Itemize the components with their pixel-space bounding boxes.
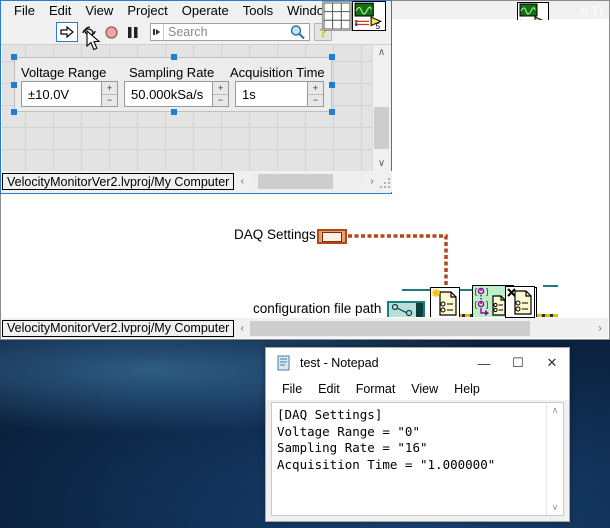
- voltage-range-increment[interactable]: +: [102, 82, 117, 95]
- front-panel-canvas[interactable]: Voltage Range Sampling Rate Acquisition …: [2, 45, 374, 171]
- voltage-range-stepper[interactable]: + −: [101, 81, 118, 107]
- minimize-icon[interactable]: —: [467, 348, 501, 378]
- scroll-down-icon[interactable]: ∨: [373, 156, 390, 171]
- search-input[interactable]: Search: [150, 23, 310, 41]
- cluster-fields-row[interactable]: ±10.0V + − 50.000kSa/s + − 1s + −: [15, 80, 331, 108]
- notepad-scroll-up-icon[interactable]: ∧: [547, 403, 563, 418]
- svg-text:[: [: [474, 289, 478, 297]
- front-panel-status-bar: VelocityMonitorVer2.lvproj/My Computer ‹…: [2, 171, 392, 192]
- daq-settings-cluster[interactable]: Voltage Range Sampling Rate Acquisition …: [11, 54, 335, 115]
- svg-text:5: 5: [375, 21, 380, 30]
- hscroll-track[interactable]: [250, 320, 592, 336]
- run-arrow-icon[interactable]: [56, 22, 78, 42]
- menu-view[interactable]: View: [78, 3, 120, 18]
- acquisition-time-stepper[interactable]: + −: [307, 81, 324, 107]
- acquisition-time-control[interactable]: 1s + −: [235, 81, 324, 107]
- front-panel-vi-icon[interactable]: 5: [352, 1, 386, 31]
- sampling-rate-label: Sampling Rate: [129, 65, 215, 80]
- voltage-range-control[interactable]: ±10.0V + −: [21, 81, 118, 107]
- selection-handle-bc[interactable]: [171, 109, 177, 115]
- voltage-range-value[interactable]: ±10.0V: [21, 81, 101, 107]
- sampling-rate-decrement[interactable]: −: [213, 95, 228, 107]
- selection-handle-bl[interactable]: [11, 109, 17, 115]
- close-icon[interactable]: ✕: [535, 348, 569, 378]
- search-dropdown-icon[interactable]: [151, 24, 164, 40]
- acquisition-time-increment[interactable]: +: [308, 82, 323, 95]
- scroll-right-icon[interactable]: ›: [592, 323, 608, 334]
- menu-file[interactable]: File: [7, 3, 42, 18]
- sampling-rate-increment[interactable]: +: [213, 82, 228, 95]
- menu-edit[interactable]: Edit: [42, 3, 78, 18]
- maximize-icon[interactable]: ☐: [501, 348, 535, 378]
- scroll-left-icon[interactable]: ‹: [234, 323, 250, 334]
- configuration-file-path-label: configuration file path: [253, 301, 382, 316]
- daq-settings-label: DAQ Settings: [234, 227, 316, 242]
- notepad-content[interactable]: [DAQ Settings] Voltage Range = "0" Sampl…: [272, 403, 563, 473]
- svg-text:[: [: [474, 302, 478, 310]
- sampling-rate-stepper[interactable]: + −: [212, 81, 229, 107]
- voltage-range-decrement[interactable]: −: [102, 95, 117, 107]
- string-constant-glyph: [322, 231, 342, 242]
- block-diagram-status-path: VelocityMonitorVer2.lvproj/My Computer: [2, 319, 235, 337]
- notepad-menu-format[interactable]: Format: [348, 382, 404, 396]
- sampling-rate-value[interactable]: 50.000kSa/s: [124, 81, 212, 107]
- notepad-menu-edit[interactable]: Edit: [310, 382, 348, 396]
- open-config-data-vi[interactable]: [430, 287, 460, 317]
- menu-tools[interactable]: Tools: [236, 3, 280, 18]
- terminal-arrow-icon: [416, 303, 423, 317]
- selection-handle-mr[interactable]: [329, 82, 335, 88]
- notepad-scroll-down-icon[interactable]: ∨: [547, 500, 563, 515]
- front-panel-status-path: VelocityMonitorVer2.lvproj/My Computer: [2, 173, 235, 190]
- resize-grip[interactable]: [380, 174, 392, 189]
- selection-handle-tl[interactable]: [11, 54, 17, 60]
- notepad-text-area[interactable]: [DAQ Settings] Voltage Range = "0" Sampl…: [271, 402, 564, 516]
- selection-handle-tr[interactable]: [329, 54, 335, 60]
- notepad-titlebar[interactable]: test - Notepad — ☐ ✕: [266, 348, 569, 378]
- front-panel-vscrollbar[interactable]: ∧ ∨: [372, 45, 390, 171]
- notepad-window-buttons[interactable]: — ☐ ✕: [467, 348, 569, 378]
- notepad-menubar[interactable]: File Edit Format View Help: [266, 378, 569, 400]
- mouse-cursor: [86, 30, 101, 51]
- close-config-data-vi-glyph[interactable]: [505, 286, 535, 318]
- vscroll-thumb[interactable]: [374, 107, 389, 149]
- hscroll-thumb[interactable]: [250, 320, 531, 336]
- notepad-menu-help[interactable]: Help: [446, 382, 488, 396]
- notepad-menu-view[interactable]: View: [403, 382, 446, 396]
- block-diagram-title: n 1): [580, 3, 603, 18]
- notepad-vscrollbar[interactable]: ∧ ∨: [546, 403, 563, 515]
- block-diagram-status-bar: VelocityMonitorVer2.lvproj/My Computer ‹…: [2, 318, 608, 338]
- acquisition-time-label: Acquisition Time: [230, 65, 325, 80]
- fp-scroll-left-icon[interactable]: ‹: [234, 176, 250, 187]
- reorder-grid-icon[interactable]: [322, 1, 352, 31]
- menu-operate[interactable]: Operate: [175, 3, 236, 18]
- cluster-labels-row: Voltage Range Sampling Rate Acquisition …: [15, 58, 331, 80]
- search-magnifier-icon[interactable]: [289, 24, 306, 40]
- sampling-rate-control[interactable]: 50.000kSa/s + −: [124, 81, 229, 107]
- voltage-range-label: Voltage Range: [21, 65, 107, 80]
- pause-icon[interactable]: [122, 22, 144, 42]
- selection-handle-ml[interactable]: [11, 82, 17, 88]
- selection-handle-br[interactable]: [329, 109, 335, 115]
- fp-hscroll-thumb[interactable]: [258, 174, 334, 189]
- svg-text:]: ]: [485, 302, 489, 310]
- menu-project[interactable]: Project: [120, 3, 174, 18]
- notepad-title: test - Notepad: [300, 356, 379, 370]
- front-panel-hscrollbar[interactable]: ‹ ›: [234, 173, 380, 190]
- notepad-window[interactable]: test - Notepad — ☐ ✕ File Edit Format Vi…: [265, 347, 570, 522]
- notepad-menu-file[interactable]: File: [274, 382, 310, 396]
- fp-scroll-right-icon[interactable]: ›: [364, 176, 380, 187]
- selection-handle-tc[interactable]: [171, 54, 177, 60]
- acquisition-time-decrement[interactable]: −: [308, 95, 323, 107]
- svg-text:]: ]: [485, 289, 489, 297]
- acquisition-time-value[interactable]: 1s: [235, 81, 307, 107]
- scroll-up-icon[interactable]: ∧: [373, 45, 390, 60]
- search-placeholder: Search: [168, 25, 208, 39]
- block-diagram-hscrollbar[interactable]: ‹ ›: [234, 319, 608, 337]
- string-constant[interactable]: [317, 229, 347, 244]
- path-control-terminal[interactable]: [387, 301, 425, 317]
- abort-execution-icon[interactable]: [100, 22, 122, 42]
- notepad-icon: [276, 355, 292, 371]
- fp-hscroll-track[interactable]: [250, 174, 364, 189]
